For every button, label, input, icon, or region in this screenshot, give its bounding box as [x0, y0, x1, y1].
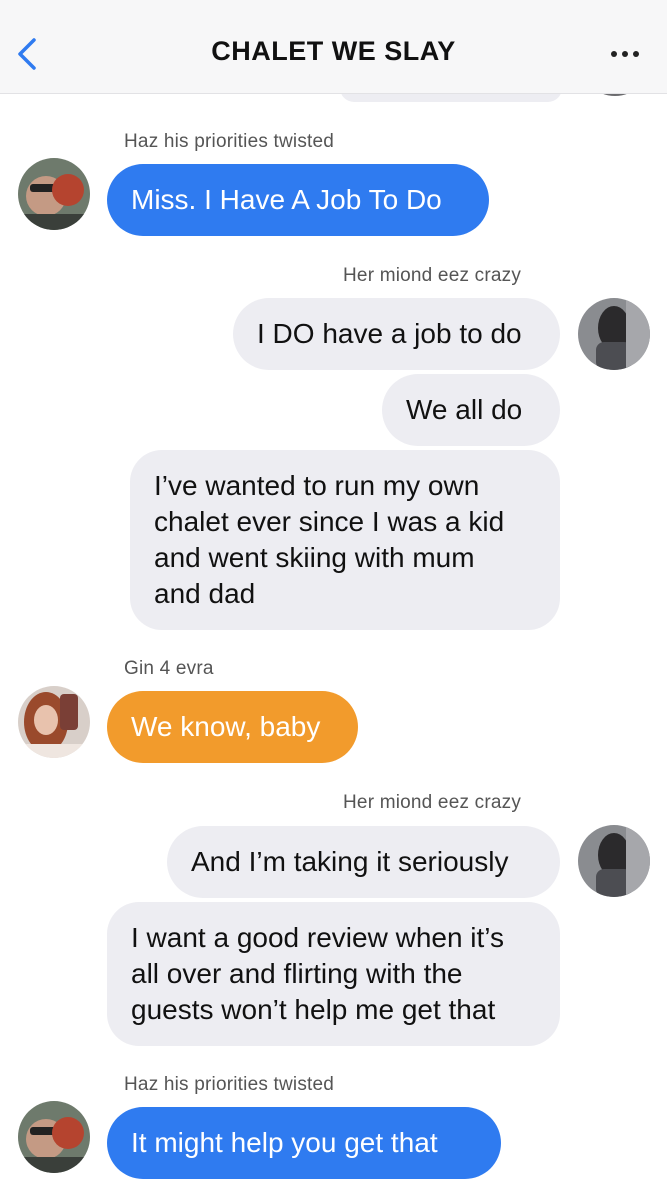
- chat-header: CHALET WE SLAY: [0, 0, 667, 94]
- sender-name: Haz his priorities twisted: [124, 131, 335, 152]
- message-bubble[interactable]: I DO have a job to do: [233, 298, 560, 370]
- chat-screen: CHALET WE SLAY Haz his priorities twiste…: [0, 0, 667, 1200]
- message-bubble[interactable]: Miss. I Have A Job To Do: [107, 164, 489, 236]
- chat-title: CHALET WE SLAY: [211, 36, 456, 66]
- avatar-her[interactable]: [578, 298, 650, 370]
- message-bubble[interactable]: We all do: [382, 374, 560, 446]
- sender-name: Her miond eez crazy: [343, 792, 522, 813]
- sender-name: Her miond eez crazy: [343, 265, 522, 286]
- message-bubble[interactable]: We know, baby: [107, 691, 358, 763]
- sender-name: Gin 4 evra: [124, 658, 214, 679]
- ellipsis-icon[interactable]: [605, 40, 645, 68]
- avatar-haz[interactable]: [18, 1101, 90, 1173]
- sender-name: Haz his priorities twisted: [124, 1074, 335, 1095]
- message-bubble[interactable]: I’ve wanted to run my own chalet ever si…: [130, 450, 560, 630]
- avatar-haz[interactable]: [18, 158, 90, 230]
- message-bubble[interactable]: I want a good review when it’s all over …: [107, 902, 560, 1046]
- avatar-gin[interactable]: [18, 686, 90, 758]
- message-bubble[interactable]: And I’m taking it seriously: [167, 826, 560, 898]
- message-bubble[interactable]: It might help you get that: [107, 1107, 501, 1179]
- avatar-her[interactable]: [578, 825, 650, 897]
